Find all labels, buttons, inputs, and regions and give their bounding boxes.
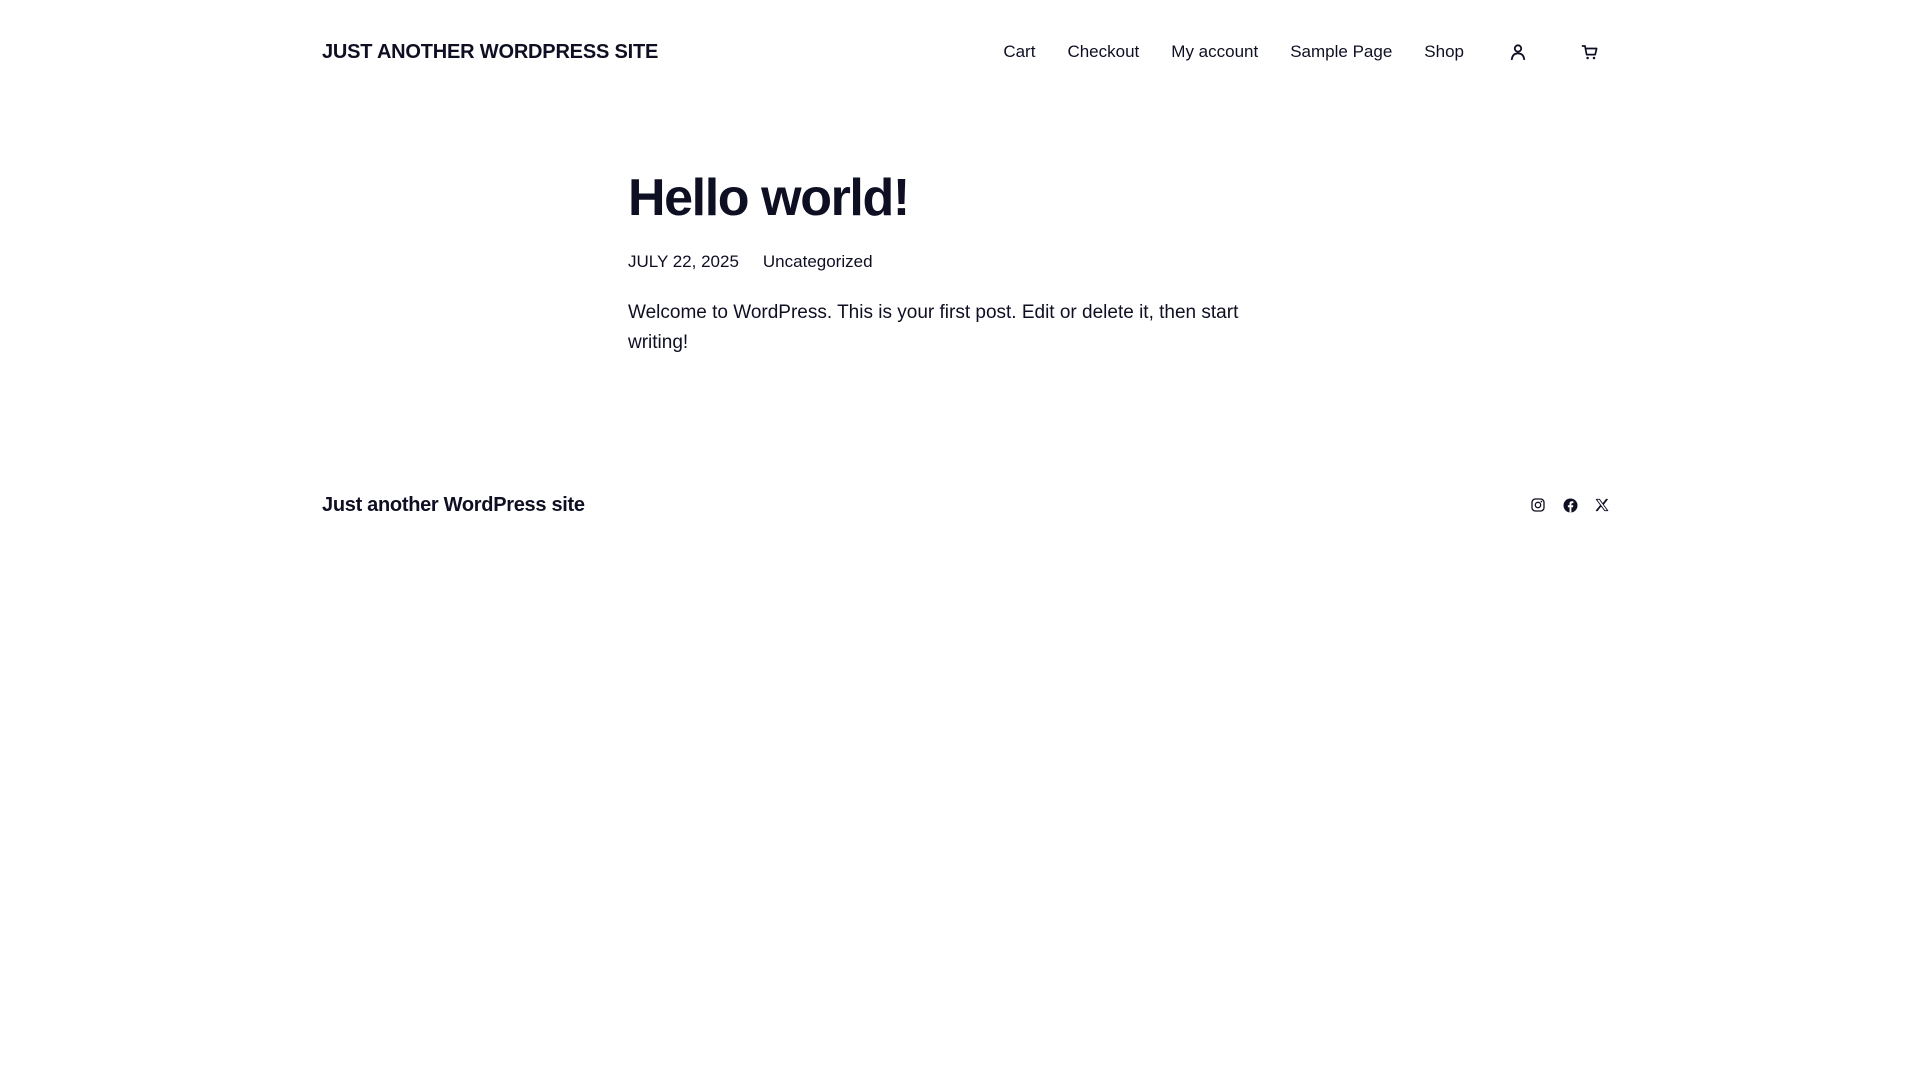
post-title[interactable]: Hello world! bbox=[628, 162, 1288, 234]
cart-icon bbox=[1581, 45, 1598, 60]
x-link[interactable] bbox=[1594, 497, 1610, 513]
facebook-icon bbox=[1563, 498, 1577, 512]
nav-item-cart[interactable]: Cart bbox=[1003, 42, 1035, 62]
nav-item-shop[interactable]: Shop bbox=[1424, 42, 1464, 62]
post-meta: JULY 22, 2025 Uncategorized bbox=[628, 252, 1288, 272]
user-icon bbox=[1510, 44, 1526, 61]
instagram-icon bbox=[1531, 498, 1545, 512]
account-button[interactable] bbox=[1506, 40, 1530, 64]
nav-item-sample-page[interactable]: Sample Page bbox=[1290, 42, 1392, 62]
site-title-link[interactable]: JUST ANOTHER WORDPRESS SITE bbox=[322, 41, 658, 64]
mini-cart-button[interactable] bbox=[1578, 40, 1602, 64]
instagram-link[interactable] bbox=[1530, 497, 1546, 513]
nav-item-checkout[interactable]: Checkout bbox=[1067, 42, 1139, 62]
post-date: JULY 22, 2025 bbox=[628, 252, 739, 271]
facebook-link[interactable] bbox=[1562, 497, 1578, 513]
main-navigation: Cart Checkout My account Sample Page Sho… bbox=[971, 40, 1610, 64]
social-links bbox=[1514, 497, 1610, 513]
site-footer: Just another WordPress site bbox=[322, 488, 1610, 522]
post-content: Welcome to WordPress. This is your first… bbox=[628, 302, 1239, 353]
x-icon bbox=[1595, 498, 1609, 512]
post: Hello world! JULY 22, 2025 Uncategorized… bbox=[628, 162, 1288, 377]
footer-site-title-link[interactable]: Just another WordPress site bbox=[322, 494, 585, 517]
site-header: JUST ANOTHER WORDPRESS SITE Cart Checkou… bbox=[322, 32, 1610, 72]
post-category-link[interactable]: Uncategorized bbox=[763, 252, 873, 272]
nav-item-my-account[interactable]: My account bbox=[1171, 42, 1258, 62]
